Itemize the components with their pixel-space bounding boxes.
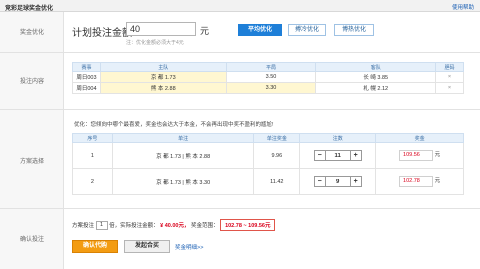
column-header: 注数 bbox=[299, 133, 377, 143]
section-divider bbox=[0, 208, 480, 209]
match-table: 赛事 主队 平局 客队 胆码 周日003 京 都 1.73 3.50 长 崎 3… bbox=[72, 62, 464, 94]
page-title: 竞彩足球奖金优化 bbox=[5, 6, 54, 12]
column-header: 胆码 bbox=[435, 62, 464, 72]
start-syndicate-button[interactable]: 发起合买 bbox=[124, 240, 170, 253]
match-table-header: 赛事 主队 平局 客队 胆码 bbox=[72, 62, 464, 72]
amount-input[interactable] bbox=[126, 22, 196, 36]
amount-label: 计划投注金额 bbox=[72, 28, 132, 39]
quantity-stepper: − + bbox=[313, 150, 362, 161]
help-link[interactable]: 使用帮助 bbox=[452, 3, 474, 11]
remove-match-button[interactable]: × bbox=[435, 71, 464, 83]
column-header: 单注奖金 bbox=[253, 133, 301, 143]
column-header: 平局 bbox=[225, 62, 317, 72]
mode-cold-button[interactable]: 搏冷优化 bbox=[288, 24, 326, 36]
match-id: 周日004 bbox=[72, 82, 101, 94]
multiplier-label: 方案投注 bbox=[72, 223, 95, 229]
remove-match-button[interactable]: × bbox=[435, 82, 464, 94]
draw-odds-cell[interactable]: 3.50 bbox=[225, 71, 317, 83]
match-id: 周日003 bbox=[72, 71, 101, 83]
bonus-value: 102.78 bbox=[399, 176, 434, 187]
column-header: 主队 bbox=[99, 62, 227, 72]
plus-button[interactable]: + bbox=[351, 178, 361, 185]
plan-bet: 京 都 1.73 | 熊 本 2.88 bbox=[111, 142, 255, 169]
bonus-cell: 109.56 元 bbox=[375, 142, 464, 169]
home-odds-cell[interactable]: 京 都 1.73 bbox=[99, 71, 227, 83]
amount-unit: 元 bbox=[200, 26, 210, 36]
away-odds-cell[interactable]: 长 崎 3.85 bbox=[315, 71, 437, 83]
bonus-value: 109.56 bbox=[399, 150, 434, 161]
section-label-plan: 方案选择 bbox=[19, 159, 44, 165]
title-bar: 竞彩足球奖金优化 使用帮助 bbox=[0, 0, 480, 12]
optimize-notice: 优化：您倾向中哪个最喜爱，奖金也会达大于本金，不会再出现中奖不盈利的尴尬! bbox=[74, 122, 274, 128]
close-icon[interactable]: × bbox=[448, 85, 451, 91]
range-label: 奖金范围： bbox=[191, 223, 219, 229]
section-label-optimize: 奖金优化 bbox=[19, 30, 44, 36]
column-header: 赛事 bbox=[72, 62, 101, 72]
count-cell: − + bbox=[299, 168, 377, 195]
section-divider bbox=[0, 52, 480, 53]
table-row: 2 京 都 1.73 | 熊 本 3.30 11.42 − + 102.78 元 bbox=[72, 168, 464, 195]
column-header: 单注 bbox=[111, 133, 255, 143]
section-label-column bbox=[0, 12, 64, 269]
section-label-confirm: 确认投注 bbox=[19, 237, 44, 243]
multiplier-suffix: 倍，实际投注金额： bbox=[109, 223, 159, 229]
section-divider bbox=[0, 109, 480, 110]
amount-hint: 注：优化金额必须大于4元 bbox=[126, 40, 184, 46]
plan-number: 2 bbox=[72, 168, 113, 195]
plan-number: 1 bbox=[72, 142, 113, 169]
mode-hot-button[interactable]: 博热优化 bbox=[334, 24, 374, 36]
mode-average-button[interactable]: 平均优化 bbox=[238, 24, 282, 36]
plan-table: 序号 单注 单注奖金 注数 奖金 1 京 都 1.73 | 熊 本 2.88 9… bbox=[72, 133, 464, 195]
column-header: 奖金 bbox=[375, 133, 464, 143]
away-odds-cell[interactable]: 札 幌 2.12 bbox=[315, 82, 437, 94]
draw-odds-cell[interactable]: 3.30 bbox=[225, 82, 317, 94]
column-header: 客队 bbox=[315, 62, 437, 72]
home-odds-cell[interactable]: 熊 本 2.88 bbox=[99, 82, 227, 94]
multiplier-input[interactable]: 1 bbox=[95, 221, 108, 231]
section-label-content: 投注内容 bbox=[19, 79, 44, 85]
count-cell: − + bbox=[299, 142, 377, 169]
confirm-summary: 方案投注 1 倍，实际投注金额： ¥ 40.00元， 奖金范围： 102.78 … bbox=[72, 219, 276, 231]
minus-button[interactable]: − bbox=[315, 178, 325, 185]
bonus-cell: 102.78 元 bbox=[375, 168, 464, 195]
table-row: 1 京 都 1.73 | 熊 本 2.88 9.96 − + 109.56 元 bbox=[72, 142, 464, 169]
confirm-buy-button[interactable]: 确认代购 bbox=[72, 240, 118, 253]
plus-button[interactable]: + bbox=[351, 152, 361, 159]
count-input[interactable] bbox=[324, 177, 351, 186]
plan-single-bonus: 11.42 bbox=[253, 168, 301, 195]
plan-bet: 京 都 1.73 | 熊 本 3.30 bbox=[111, 168, 255, 195]
count-input[interactable] bbox=[324, 151, 351, 160]
actual-amount: ¥ 40.00元， bbox=[160, 223, 190, 229]
close-icon[interactable]: × bbox=[448, 74, 451, 80]
bonus-range: 102.78 ~ 109.56元 bbox=[220, 219, 276, 231]
plan-table-header: 序号 单注 单注奖金 注数 奖金 bbox=[72, 133, 464, 143]
plan-single-bonus: 9.96 bbox=[253, 142, 301, 169]
bonus-unit: 元 bbox=[434, 152, 441, 158]
quantity-stepper: − + bbox=[313, 176, 362, 187]
table-row: 周日003 京 都 1.73 3.50 长 崎 3.85 × bbox=[72, 71, 464, 83]
column-header: 序号 bbox=[72, 133, 113, 143]
minus-button[interactable]: − bbox=[315, 152, 325, 159]
table-row: 周日004 熊 本 2.88 3.30 札 幌 2.12 × bbox=[72, 82, 464, 94]
bonus-detail-link[interactable]: 奖金明细>> bbox=[175, 243, 203, 251]
bonus-unit: 元 bbox=[434, 178, 441, 184]
